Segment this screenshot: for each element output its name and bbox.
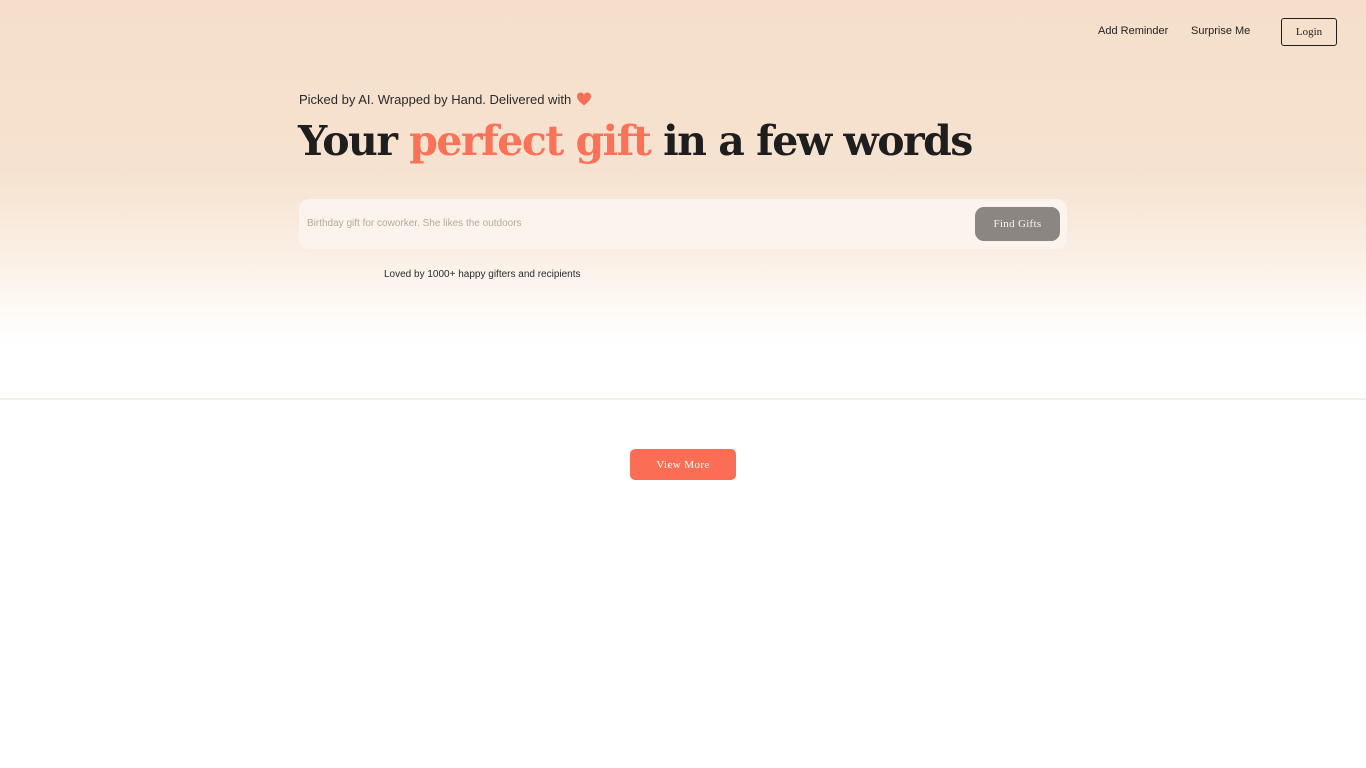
headline-start: Your (298, 117, 398, 165)
find-gifts-button[interactable]: Find Gifts (975, 207, 1060, 241)
heart-icon (577, 92, 592, 106)
tagline-text: Picked by AI. Wrapped by Hand. Delivered… (299, 91, 572, 107)
page-title: Your perfect gift in a few words (298, 112, 973, 170)
search-input[interactable] (307, 211, 957, 235)
headline-accent: perfect gift (409, 117, 652, 165)
search-bar: Find Gifts (299, 199, 1067, 249)
headline-end: in a few words (663, 117, 973, 165)
social-proof-text: Loved by 1000+ happy gifters and recipie… (384, 269, 581, 280)
page: Add Reminder Surprise Me Login Picked by… (0, 0, 1366, 768)
nav-add-reminder[interactable]: Add Reminder (1098, 24, 1168, 38)
nav-surprise-me[interactable]: Surprise Me (1191, 24, 1250, 38)
hero-tagline: Picked by AI. Wrapped by Hand. Delivered… (299, 90, 592, 108)
view-more-button[interactable]: View More (630, 449, 736, 480)
section-divider (0, 398, 1366, 400)
login-button[interactable]: Login (1281, 18, 1337, 46)
